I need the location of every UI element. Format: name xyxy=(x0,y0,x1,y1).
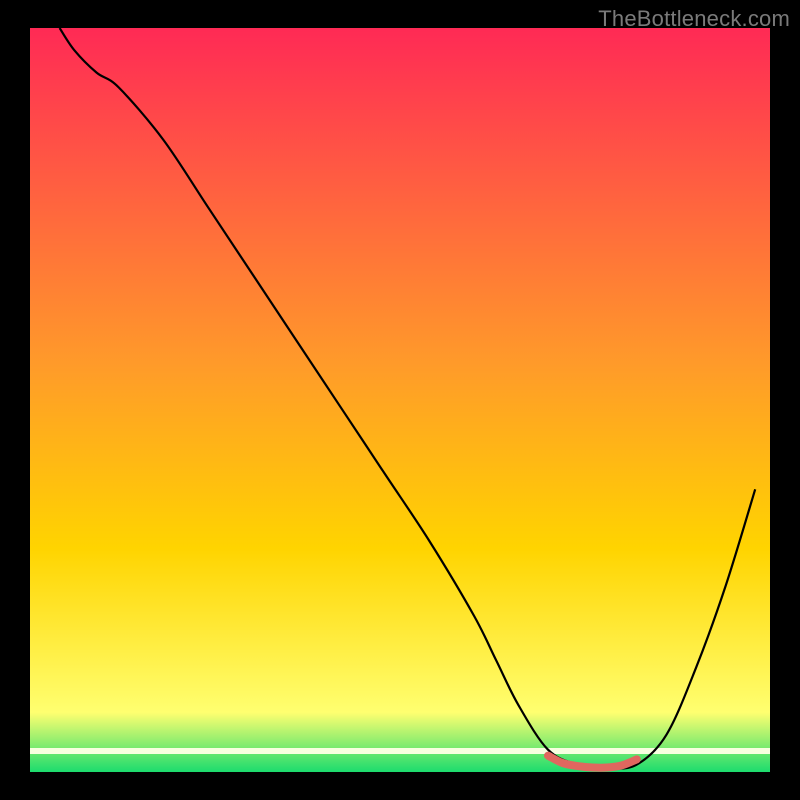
watermark-text: TheBottleneck.com xyxy=(598,6,790,32)
plot-area xyxy=(30,28,770,772)
chart-svg xyxy=(0,0,800,800)
pale-strip xyxy=(30,748,770,754)
chart-container: TheBottleneck.com xyxy=(0,0,800,800)
